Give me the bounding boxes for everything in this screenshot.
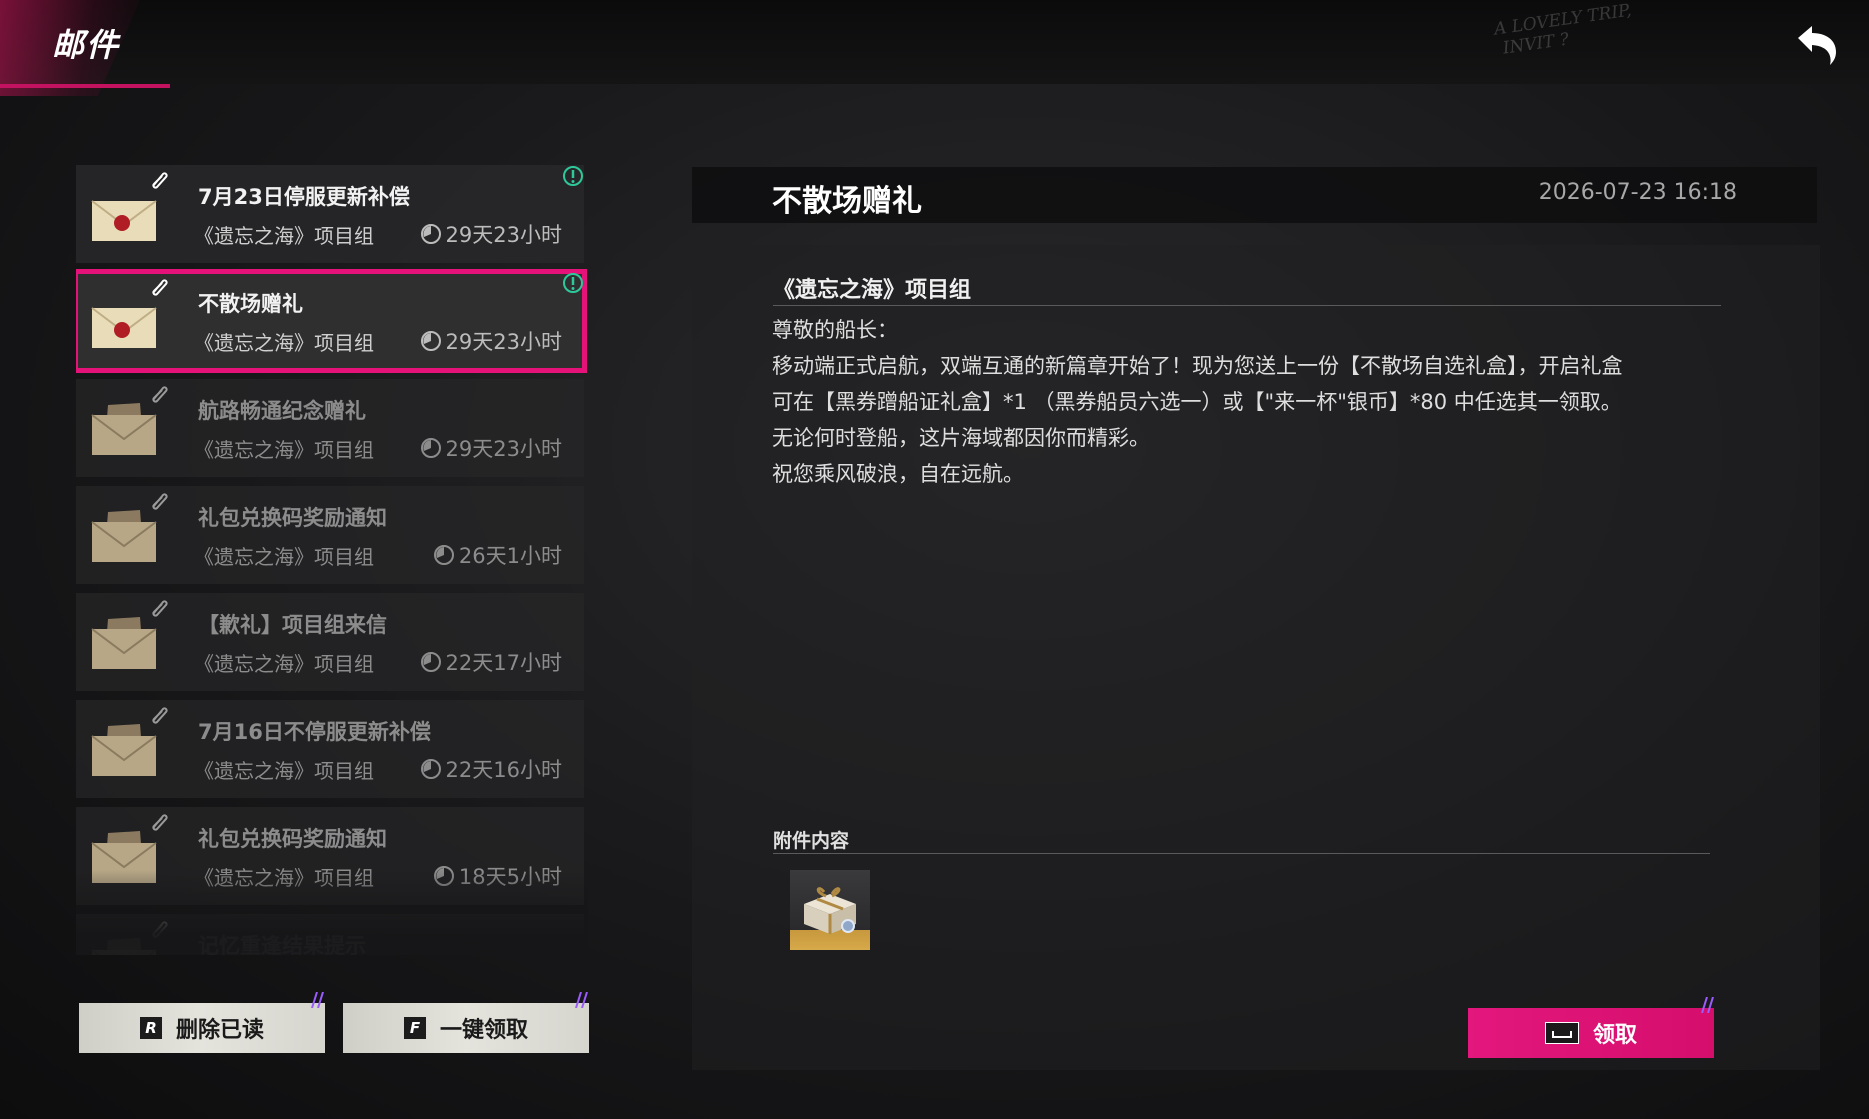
mail-sender: 《遗忘之海》项目组 — [194, 759, 374, 783]
button-stripe-decoration — [1701, 997, 1714, 1013]
attachment-clip-icon — [152, 172, 168, 189]
mail-title: 7月16日不停服更新补偿 — [198, 720, 431, 744]
mail-expire-time: 29天23小时 — [420, 433, 562, 463]
gift-box-icon — [804, 887, 856, 934]
mail-item[interactable]: 不散场赠礼《遗忘之海》项目组 29天23小时 — [76, 269, 587, 373]
mail-expire-text: 29天23小时 — [445, 330, 562, 354]
page-title: 邮件 — [52, 26, 121, 64]
button-stripe-decoration — [311, 992, 324, 1008]
divider — [773, 305, 1721, 306]
new-mail-badge-icon — [563, 273, 583, 293]
space-key-icon — [1544, 1022, 1579, 1044]
delete-read-button[interactable]: R 删除已读 — [79, 1003, 325, 1053]
mail-expire-time: 22天17小时 — [420, 647, 562, 677]
clock-icon — [420, 224, 441, 244]
attachment-label: 附件内容 — [773, 830, 850, 852]
claim-all-label: 一键领取 — [439, 1018, 528, 1043]
divider — [773, 853, 1710, 854]
mail-item[interactable]: 7月23日停服更新补偿《遗忘之海》项目组 29天23小时 — [76, 165, 584, 263]
mail-title: 礼包兑换码奖励通知 — [198, 827, 387, 851]
mail-expire-text: 26天1小时 — [458, 544, 562, 568]
attachment-clip-icon — [152, 814, 168, 831]
new-mail-badge-icon — [563, 166, 583, 186]
mail-list[interactable]: 7月23日停服更新补偿 《遗忘之海》项目组 29天23小时 不散场赠礼 《遗忘之海》项目… — [76, 165, 588, 955]
content-line: 可在【黑券蹭船证礼盒】*1 （黑券船员六选一）或【"来一杯"银币】*80 中任选… — [772, 390, 1622, 414]
attachment-clip-icon — [152, 279, 168, 296]
content-line: 祝您乘风破浪，自在远航。 — [772, 462, 1024, 486]
envelope-icon — [91, 510, 157, 562]
attachment-clip-icon — [152, 493, 168, 510]
mail-expire-time: 29天23小时 — [420, 219, 562, 249]
mail-item[interactable]: 礼包兑换码奖励通知《遗忘之海》项目组 26天1小时 — [76, 486, 584, 584]
mail-title: 不散场赠礼 — [198, 292, 303, 316]
content-line: 无论何时登船，这片海域都因你而精彩。 — [772, 426, 1150, 450]
mail-item[interactable]: 7月16日不停服更新补偿《遗忘之海》项目组 22天16小时 — [76, 700, 584, 798]
mail-sender: 《遗忘之海》项目组 — [194, 545, 374, 569]
mail-item[interactable]: 航路畅通纪念赠礼 《遗忘之海》项目组 29天23小时 — [76, 379, 584, 477]
attachment-clip-icon — [152, 386, 168, 403]
claim-label: 领取 — [1592, 1023, 1637, 1048]
mail-expire-text: 29天23小时 — [445, 223, 562, 247]
mail-expire-time: 29天23小时 — [420, 326, 562, 356]
mail-expire-text: 22天17小时 — [445, 651, 562, 675]
attachment-clip-icon — [152, 600, 168, 617]
envelope-icon — [91, 724, 157, 776]
mail-title: 【歉礼】项目组来信 — [198, 613, 387, 637]
attachment-clip-icon — [152, 707, 168, 724]
mail-detail-content: 尊敬的船长： 移动端正式启航，双端互通的新篇章开始了！现为您送上一份【不散场自选… — [772, 312, 1732, 492]
list-fade-overlay — [76, 870, 588, 955]
back-icon[interactable] — [1790, 18, 1842, 68]
envelope-icon — [91, 307, 157, 348]
claim-all-button[interactable]: F 一键领取 — [343, 1003, 589, 1053]
mail-sender: 《遗忘之海》项目组 — [194, 331, 374, 355]
mail-item[interactable]: 【歉礼】项目组来信《遗忘之海》项目组 22天17小时 — [76, 593, 584, 691]
mail-expire-text: 22天16小时 — [445, 758, 562, 782]
mail-title: 7月23日停服更新补偿 — [198, 185, 410, 209]
envelope-icon — [91, 617, 157, 669]
claim-button[interactable]: 领取 — [1468, 1008, 1714, 1058]
mail-sender: 《遗忘之海》项目组 — [194, 438, 374, 462]
attachment-gift-box[interactable] — [790, 870, 870, 950]
content-line: 移动端正式启航，双端互通的新篇章开始了！现为您送上一份【不散场自选礼盒】，开启礼… — [772, 354, 1623, 378]
clock-icon — [433, 545, 454, 565]
envelope-icon — [91, 200, 157, 241]
key-hint-r: R — [139, 1017, 162, 1039]
delete-read-label: 删除已读 — [175, 1018, 264, 1043]
clock-icon — [420, 652, 441, 672]
mail-expire-text: 29天23小时 — [445, 437, 562, 461]
clock-icon — [420, 331, 441, 351]
button-stripe-decoration — [575, 992, 588, 1008]
mail-sender: 《遗忘之海》项目组 — [194, 224, 374, 248]
mail-expire-time: 26天1小时 — [433, 540, 562, 570]
mail-detail-title: 不散场赠礼 — [772, 184, 922, 219]
clock-icon — [420, 759, 441, 779]
key-hint-f: F — [403, 1017, 426, 1039]
clock-icon — [420, 438, 441, 458]
mail-title: 航路畅通纪念赠礼 — [198, 399, 366, 423]
envelope-icon — [91, 403, 157, 455]
title-accent-line — [0, 84, 170, 88]
mail-detail-sender: 《遗忘之海》项目组 — [773, 278, 972, 303]
mail-detail-date: 2026-07-23 16:18 — [1538, 180, 1737, 205]
mail-sender: 《遗忘之海》项目组 — [194, 652, 374, 676]
content-line: 尊敬的船长： — [772, 318, 898, 342]
mail-expire-time: 22天16小时 — [420, 754, 562, 784]
mail-title: 礼包兑换码奖励通知 — [198, 506, 387, 530]
